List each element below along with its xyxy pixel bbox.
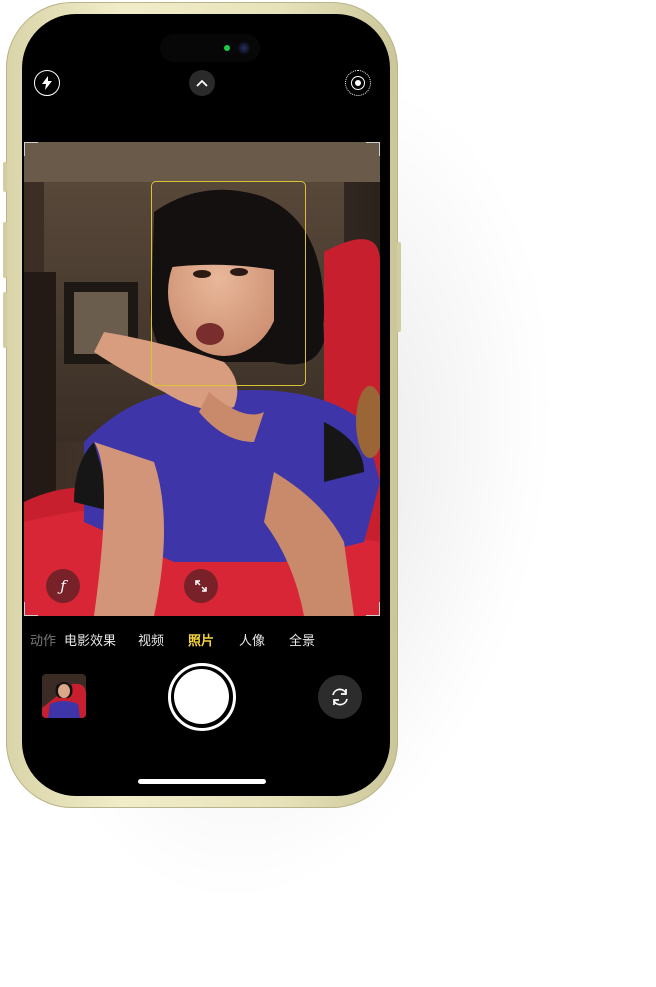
camera-in-use-indicator <box>224 45 230 51</box>
home-indicator[interactable] <box>138 779 266 784</box>
mode-slo-mo[interactable]: 动作 <box>30 630 56 649</box>
front-camera-lens <box>238 42 250 54</box>
thumbnail-image <box>42 674 86 718</box>
mode-portrait[interactable]: 人像 <box>239 630 265 649</box>
volume-up-button <box>3 222 7 278</box>
mode-video[interactable]: 视频 <box>138 630 164 649</box>
power-button <box>397 242 401 332</box>
live-photo-center-dot <box>355 80 361 86</box>
mode-pano[interactable]: 全景 <box>289 630 315 649</box>
camera-flip-icon[interactable] <box>318 675 362 719</box>
dynamic-island <box>160 34 260 62</box>
action-button <box>3 162 7 192</box>
shutter-button[interactable] <box>168 663 236 731</box>
aperture-icon: ƒ <box>60 577 66 595</box>
photo-thumbnail[interactable] <box>42 674 86 718</box>
camera-mode-selector: 动作 电影效果 视频 照片 人像 全景 <box>0 630 400 650</box>
chevron-up-icon[interactable] <box>189 70 215 96</box>
aperture-button[interactable]: ƒ <box>46 569 80 603</box>
expand-arrows-icon[interactable] <box>184 569 218 603</box>
live-photo-icon[interactable] <box>345 70 371 96</box>
flash-icon[interactable] <box>34 70 60 96</box>
mode-cinematic[interactable]: 电影效果 <box>64 630 116 649</box>
volume-down-button <box>3 292 7 348</box>
mode-photo[interactable]: 照片 <box>188 630 214 649</box>
face-detection-box <box>151 181 306 386</box>
